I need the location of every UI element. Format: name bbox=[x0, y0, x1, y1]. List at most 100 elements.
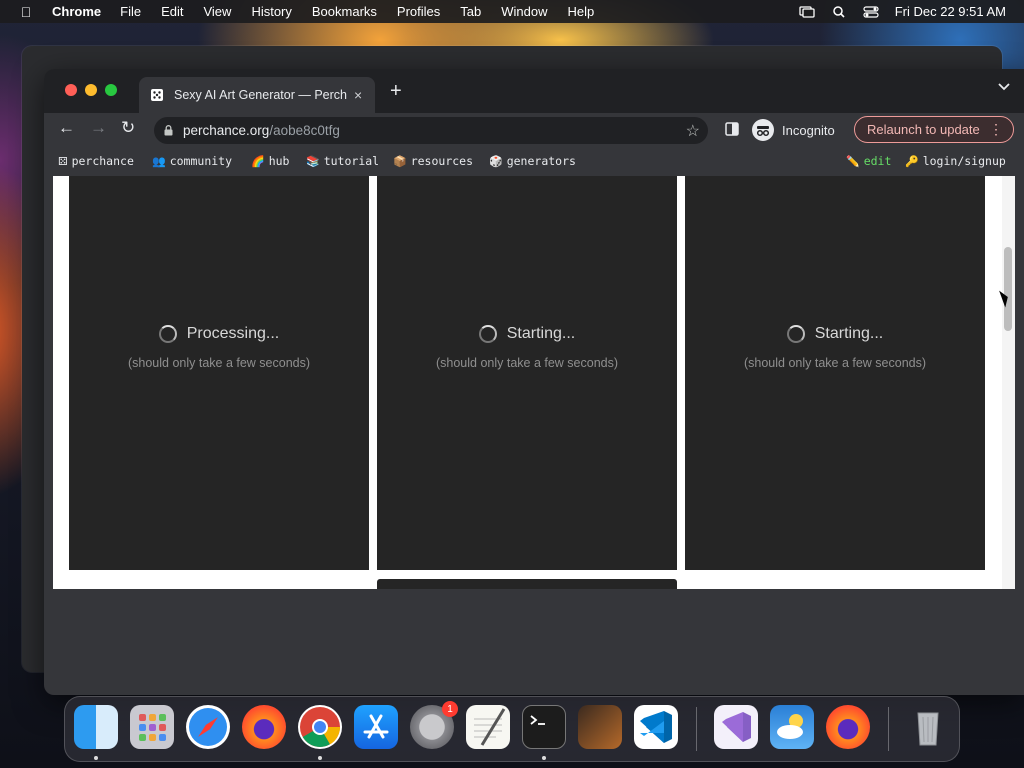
dock-separator bbox=[696, 707, 697, 751]
card-note: (should only take a few seconds) bbox=[435, 356, 619, 370]
new-tab-button[interactable]: + bbox=[390, 81, 402, 101]
safari-icon[interactable] bbox=[186, 705, 230, 749]
bookmark-edit[interactable]: ✏️ edit bbox=[846, 154, 891, 168]
back-button[interactable]: ← bbox=[58, 118, 75, 138]
notification-badge: 1 bbox=[442, 701, 458, 717]
bookmark-label: perchance bbox=[71, 154, 134, 168]
running-indicator bbox=[542, 756, 546, 760]
menu-view[interactable]: View bbox=[203, 4, 231, 19]
window-maximize-button[interactable] bbox=[105, 84, 117, 96]
relaunch-label: Relaunch to update bbox=[867, 122, 980, 137]
incognito-indicator[interactable]: Incognito bbox=[750, 117, 846, 143]
bookmark-generators[interactable]: 🎲 generators bbox=[489, 154, 576, 168]
bookmark-label: hub bbox=[268, 154, 290, 168]
menu-help[interactable]: Help bbox=[568, 4, 595, 19]
menu-file[interactable]: File bbox=[120, 4, 141, 19]
weather-icon[interactable] bbox=[770, 705, 814, 749]
menu-bar:  Chrome File Edit View History Bookmark… bbox=[0, 0, 1024, 23]
image-card[interactable]: Starting... (should only take a few seco… bbox=[377, 176, 677, 570]
bookmark-resources[interactable]: 📦 resources bbox=[393, 154, 473, 168]
app-store-icon[interactable] bbox=[354, 705, 398, 749]
menu-history[interactable]: History bbox=[251, 4, 291, 19]
window-close-button[interactable] bbox=[65, 84, 77, 96]
chevron-down-icon[interactable] bbox=[998, 83, 1010, 91]
card-status: Starting... bbox=[685, 325, 985, 343]
menu-clock[interactable]: Fri Dec 22 9:51 AM bbox=[895, 4, 1006, 19]
bookmark-label: resources bbox=[410, 154, 474, 168]
terminal-icon[interactable] bbox=[522, 705, 566, 749]
tab-close-icon[interactable]: × bbox=[354, 87, 362, 103]
chrome-icon[interactable] bbox=[298, 705, 342, 749]
card-note: (should only take a few seconds) bbox=[127, 356, 311, 370]
more-menu-icon[interactable]: ⋮ bbox=[989, 121, 1003, 138]
finder-icon[interactable] bbox=[74, 705, 118, 749]
address-bar[interactable]: perchance.org/aobe8c0tfg ☆ bbox=[154, 117, 708, 144]
image-card-partial[interactable] bbox=[377, 579, 677, 589]
rainbow-icon: 🌈 bbox=[251, 154, 265, 168]
bookmark-label: login/signup bbox=[922, 154, 1006, 168]
screen-mirroring-icon[interactable] bbox=[799, 5, 815, 18]
loading-spinner-icon bbox=[786, 325, 805, 343]
key-icon: 🔑 bbox=[905, 154, 919, 168]
lock-icon[interactable] bbox=[164, 125, 173, 136]
bookmark-star-icon[interactable]: ☆ bbox=[686, 121, 700, 141]
visual-studio-icon[interactable] bbox=[714, 705, 758, 749]
relaunch-to-update-button[interactable]: Relaunch to update ⋮ bbox=[854, 116, 1014, 143]
bookmark-label: edit bbox=[863, 154, 892, 168]
card-status-text: Starting... bbox=[814, 325, 884, 342]
menu-app-name[interactable]: Chrome bbox=[52, 4, 101, 19]
card-status: Processing... bbox=[69, 325, 369, 343]
menu-profiles[interactable]: Profiles bbox=[397, 4, 440, 19]
dock-separator bbox=[888, 707, 889, 751]
pencil-icon: ✏️ bbox=[846, 154, 860, 168]
package-icon: 📦 bbox=[393, 154, 407, 168]
search-icon[interactable] bbox=[831, 5, 847, 18]
menu-edit[interactable]: Edit bbox=[161, 4, 183, 19]
reload-button[interactable]: ↻ bbox=[121, 118, 135, 138]
tab-title: Sexy AI Art Generator — Perch bbox=[174, 88, 347, 102]
loading-spinner-icon bbox=[158, 325, 177, 343]
dice-icon: 🎲 bbox=[489, 154, 503, 168]
incognito-icon bbox=[752, 119, 774, 141]
bookmark-label: generators bbox=[506, 154, 576, 168]
menu-window[interactable]: Window bbox=[501, 4, 547, 19]
card-note: (should only take a few seconds) bbox=[743, 356, 927, 370]
dock: 1 bbox=[64, 696, 960, 762]
menu-bookmarks[interactable]: Bookmarks bbox=[312, 4, 377, 19]
system-settings-icon[interactable]: 1 bbox=[410, 701, 458, 749]
page-content: Processing... (should only take a few se… bbox=[53, 176, 1015, 589]
bookmark-perchance[interactable]: ⚄ perchance bbox=[58, 154, 134, 168]
bookmark-hub[interactable]: 🌈 hub bbox=[251, 154, 289, 168]
card-status: Starting... bbox=[377, 325, 677, 343]
firefox-icon[interactable] bbox=[242, 705, 286, 749]
image-card[interactable]: Processing... (should only take a few se… bbox=[69, 176, 369, 570]
trash-icon[interactable] bbox=[906, 705, 950, 749]
menu-tab[interactable]: Tab bbox=[460, 4, 481, 19]
running-indicator bbox=[94, 756, 98, 760]
loading-spinner-icon bbox=[478, 325, 497, 343]
bookmark-label: community bbox=[169, 154, 233, 168]
bookmarks-bar: ⚄ perchance 👥 community 🌈 hub 📚 tutorial 📦 re… bbox=[44, 149, 1024, 175]
card-status-text: Processing... bbox=[186, 325, 280, 342]
bookmark-tutorial[interactable]: 📚 tutorial bbox=[306, 154, 379, 168]
side-panel-icon[interactable] bbox=[725, 122, 739, 136]
vscode-icon[interactable] bbox=[634, 705, 678, 749]
bookmark-community[interactable]: 👥 community bbox=[152, 154, 232, 168]
control-center-icon[interactable] bbox=[863, 5, 879, 18]
textedit-icon[interactable] bbox=[466, 705, 510, 749]
window-minimize-button[interactable] bbox=[85, 84, 97, 96]
image-card[interactable]: Starting... (should only take a few seco… bbox=[685, 176, 985, 570]
bookmark-login-signup[interactable]: 🔑 login/signup bbox=[905, 154, 1006, 168]
url-host: perchance.org bbox=[183, 123, 270, 138]
running-indicator bbox=[318, 756, 322, 760]
perchance-dice-icon bbox=[151, 89, 163, 101]
firefox-dev-icon[interactable] bbox=[826, 705, 870, 749]
card-status-text: Starting... bbox=[506, 325, 576, 342]
page-scrollbar[interactable] bbox=[1002, 176, 1015, 589]
bookmark-label: tutorial bbox=[323, 154, 380, 168]
apple-logo-icon[interactable]:  bbox=[18, 4, 34, 20]
tab-active[interactable]: Sexy AI Art Generator — Perch × bbox=[139, 77, 375, 113]
garageband-icon[interactable] bbox=[578, 705, 622, 749]
forward-button[interactable]: → bbox=[90, 118, 107, 138]
launchpad-icon[interactable] bbox=[130, 705, 174, 749]
